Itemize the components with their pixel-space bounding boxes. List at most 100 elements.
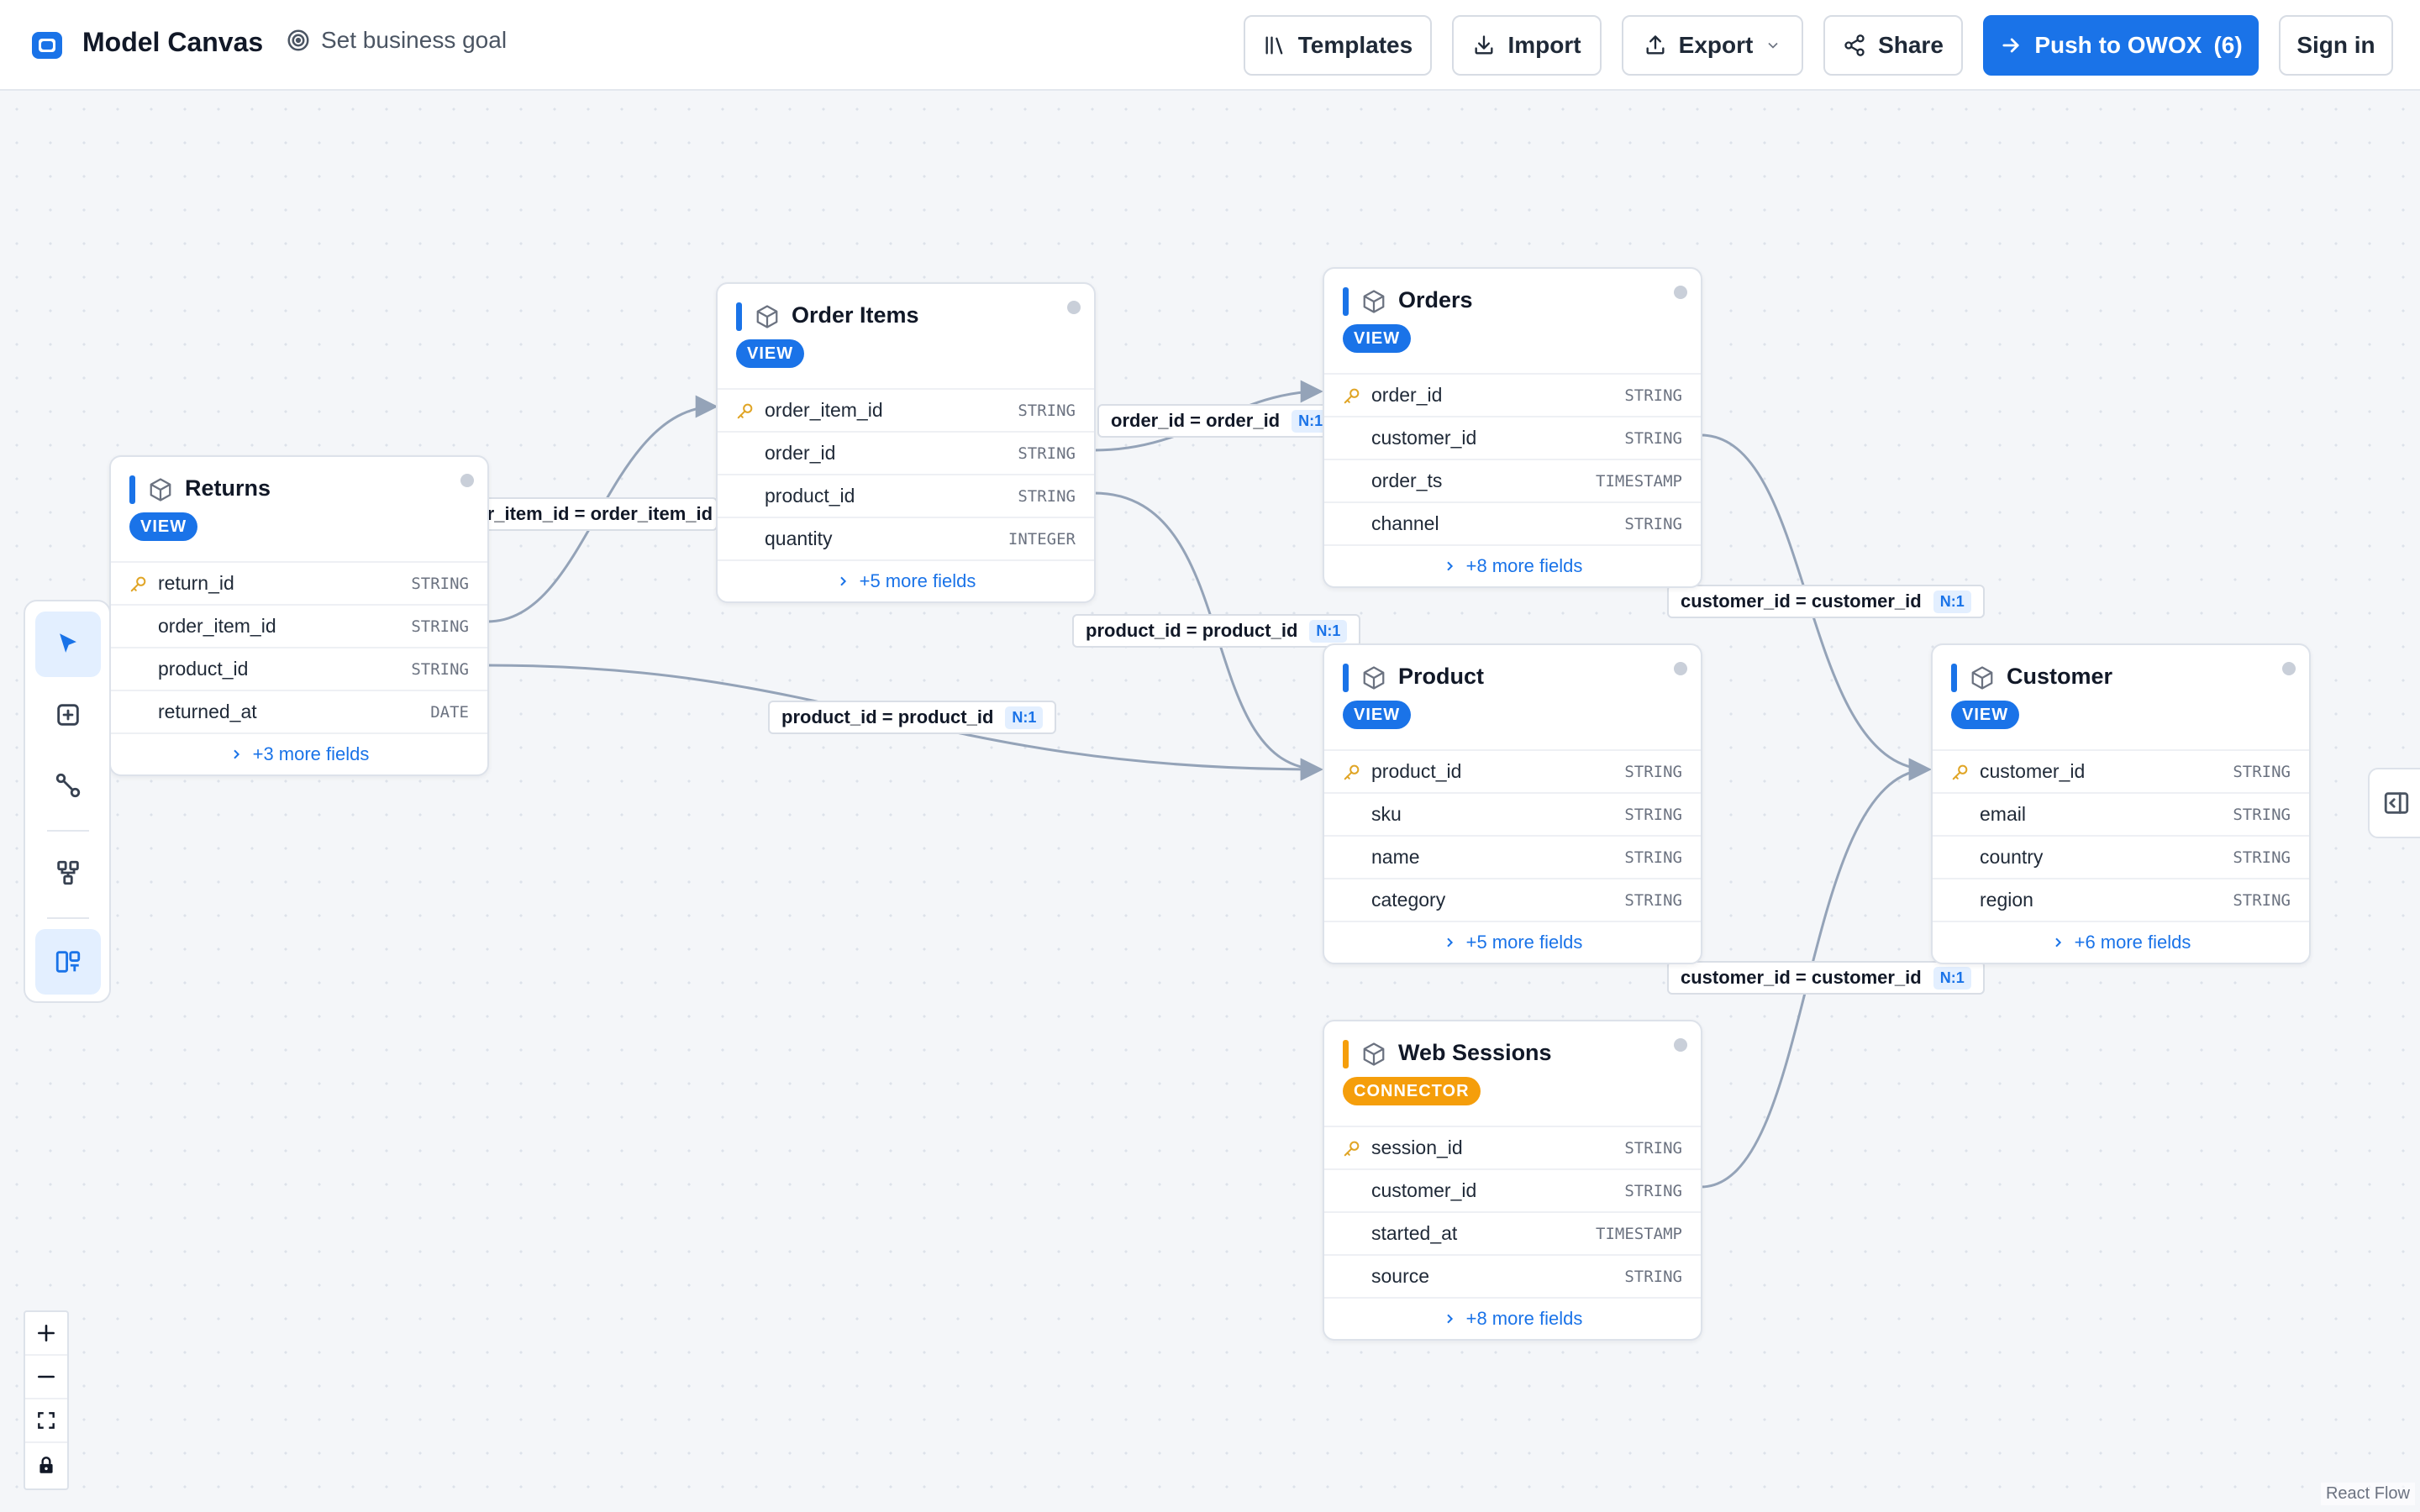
table-node-customer[interactable]: Customer VIEW customer_id STRING email S… xyxy=(1931,643,2311,964)
field-row[interactable]: source STRING xyxy=(1324,1254,1701,1297)
chevron-right-icon xyxy=(1446,1314,1453,1324)
auto-layout-button[interactable] xyxy=(35,840,101,906)
field-row[interactable]: customer_id STRING xyxy=(1933,749,2309,792)
node-handle[interactable] xyxy=(1067,301,1081,314)
cube-icon xyxy=(1971,666,1993,690)
sign-in-button[interactable]: Sign in xyxy=(2279,15,2393,76)
top-bar: Model Canvas Set business goal Templates… xyxy=(0,0,2420,91)
side-panel-toggle-button[interactable] xyxy=(2368,768,2420,838)
field-name: source xyxy=(1371,1265,1430,1287)
export-dropdown-button[interactable]: Export xyxy=(1622,15,1803,76)
node-handle[interactable] xyxy=(1674,286,1687,299)
share-button[interactable]: Share xyxy=(1823,15,1963,76)
react-flow-attribution[interactable]: React Flow xyxy=(2320,1483,2415,1505)
field-row[interactable]: order_item_id STRING xyxy=(111,604,487,647)
edge-label-text: order_id = order_id xyxy=(1111,410,1281,431)
layout-view-button[interactable] xyxy=(35,929,101,995)
edge-label[interactable]: customer_id = customer_id N:1 xyxy=(1667,961,1985,995)
node-handle[interactable] xyxy=(460,474,474,487)
more-fields-button[interactable]: +6 more fields xyxy=(1933,921,2309,963)
field-row[interactable]: customer_id STRING xyxy=(1324,416,1701,459)
field-name: customer_id xyxy=(1371,427,1477,449)
node-handle[interactable] xyxy=(2282,662,2296,675)
field-row[interactable]: started_at TIMESTAMP xyxy=(1324,1211,1701,1254)
table-node-order-items[interactable]: Order Items VIEW order_item_id STRING or… xyxy=(716,282,1096,603)
node-handle[interactable] xyxy=(1674,1038,1687,1052)
push-to-owox-button[interactable]: Push to OWOX (6) xyxy=(1983,15,2259,76)
select-tool-button[interactable] xyxy=(35,612,101,677)
more-fields-button[interactable]: +5 more fields xyxy=(718,559,1094,601)
share-label: Share xyxy=(1878,32,1944,58)
field-row[interactable]: order_item_id STRING xyxy=(718,388,1094,431)
node-accent-bar xyxy=(1343,1040,1349,1068)
more-fields-button[interactable]: +5 more fields xyxy=(1324,921,1701,963)
cube-icon xyxy=(150,478,171,501)
fit-view-button[interactable] xyxy=(25,1399,67,1443)
field-row[interactable]: product_id STRING xyxy=(111,647,487,690)
edge-label[interactable]: order_item_id = order_item_id xyxy=(476,497,718,531)
edge-label[interactable]: customer_id = customer_id N:1 xyxy=(1667,585,1985,618)
chevron-right-icon xyxy=(233,749,239,759)
lock-icon xyxy=(39,1457,53,1473)
templates-label: Templates xyxy=(1297,32,1413,58)
field-row[interactable]: return_id STRING xyxy=(111,561,487,604)
node-header: Returns VIEW xyxy=(111,457,487,561)
key-icon xyxy=(1344,388,1360,404)
field-row[interactable]: quantity INTEGER xyxy=(718,517,1094,559)
add-square-icon xyxy=(57,704,79,726)
field-type: STRING xyxy=(1624,848,1682,867)
node-title: Orders xyxy=(1398,287,1473,312)
more-fields-button[interactable]: +3 more fields xyxy=(111,732,487,774)
field-row[interactable]: sku STRING xyxy=(1324,792,1701,835)
add-table-tool-button[interactable] xyxy=(35,682,101,748)
field-row[interactable]: product_id STRING xyxy=(1324,749,1701,792)
cardinality-badge: N:1 xyxy=(1309,619,1348,643)
field-row[interactable]: name STRING xyxy=(1324,835,1701,878)
node-accent-bar xyxy=(1343,664,1349,692)
connect-tool-button[interactable] xyxy=(35,753,101,818)
import-button[interactable]: Import xyxy=(1452,15,1602,76)
more-fields-button[interactable]: +8 more fields xyxy=(1324,544,1701,586)
edge-label[interactable]: order_id = order_id N:1 xyxy=(1097,404,1344,438)
field-row[interactable]: region STRING xyxy=(1933,878,2309,921)
set-business-goal-button[interactable]: Set business goal xyxy=(286,27,507,54)
library-icon xyxy=(1265,36,1283,55)
field-row[interactable]: email STRING xyxy=(1933,792,2309,835)
field-row[interactable]: customer_id STRING xyxy=(1324,1168,1701,1211)
field-row[interactable]: session_id STRING xyxy=(1324,1126,1701,1168)
field-type: STRING xyxy=(411,659,469,679)
minus-icon xyxy=(38,1375,55,1378)
zoom-out-button[interactable] xyxy=(25,1356,67,1399)
field-row[interactable]: order_ts TIMESTAMP xyxy=(1324,459,1701,501)
table-node-product[interactable]: Product VIEW product_id STRING sku STRIN… xyxy=(1323,643,1702,964)
node-title: Returns xyxy=(185,475,271,501)
field-row[interactable]: order_id STRING xyxy=(718,431,1094,474)
field-row[interactable]: order_id STRING xyxy=(1324,373,1701,416)
key-icon xyxy=(1952,764,1968,780)
more-fields-label: +5 more fields xyxy=(859,570,976,591)
upload-icon xyxy=(1646,35,1665,55)
field-row[interactable]: country STRING xyxy=(1933,835,2309,878)
templates-button[interactable]: Templates xyxy=(1244,15,1432,76)
more-fields-button[interactable]: +8 more fields xyxy=(1324,1297,1701,1339)
node-handle[interactable] xyxy=(1674,662,1687,675)
node-header: Order Items VIEW xyxy=(718,284,1094,388)
zoom-in-button[interactable] xyxy=(25,1312,67,1356)
field-row[interactable]: product_id STRING xyxy=(718,474,1094,517)
canvas-toolbar xyxy=(24,600,111,1003)
table-node-web-sessions[interactable]: Web Sessions CONNECTOR session_id STRING… xyxy=(1323,1020,1702,1341)
field-name: returned_at xyxy=(158,701,257,722)
lock-view-button[interactable] xyxy=(25,1443,67,1487)
field-type: STRING xyxy=(1624,762,1682,781)
connection-icon xyxy=(55,773,81,798)
node-title: Order Items xyxy=(792,302,919,328)
field-row[interactable]: returned_at DATE xyxy=(111,690,487,732)
edge-label[interactable]: product_id = product_id N:1 xyxy=(1072,614,1361,648)
table-node-returns[interactable]: Returns VIEW return_id STRING order_item… xyxy=(109,455,489,776)
field-row[interactable]: channel STRING xyxy=(1324,501,1701,544)
edge-label[interactable]: product_id = product_id N:1 xyxy=(768,701,1057,734)
layout-icon xyxy=(55,951,81,973)
field-row[interactable]: category STRING xyxy=(1324,878,1701,921)
key-icon xyxy=(130,576,146,592)
table-node-orders[interactable]: Orders VIEW order_id STRING customer_id … xyxy=(1323,267,1702,588)
